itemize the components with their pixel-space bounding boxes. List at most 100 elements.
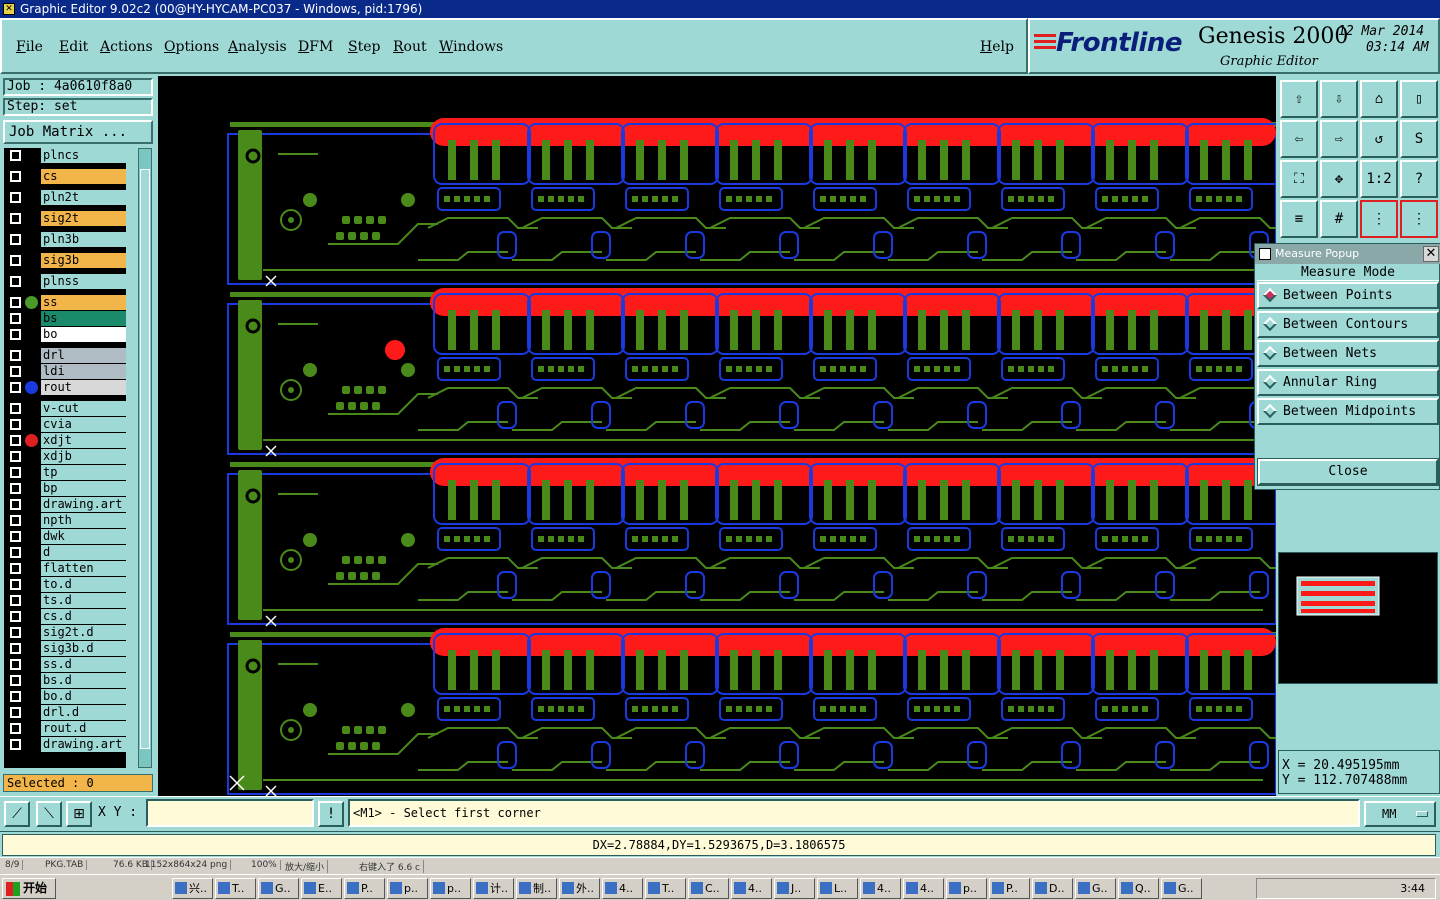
grid-snap-icon[interactable]: ⊞ [66, 801, 92, 827]
layer-row[interactable]: bp [4, 481, 126, 496]
grid-icon[interactable]: # [1320, 200, 1358, 238]
taskbar-item[interactable]: G.. [258, 878, 299, 899]
redraw-icon[interactable]: ↺ [1360, 120, 1398, 158]
layer-checkbox[interactable] [10, 547, 21, 558]
layer-checkbox[interactable] [10, 595, 21, 606]
layer-name[interactable]: sig2t.d [41, 625, 126, 640]
close-icon[interactable]: ✕ [1423, 246, 1439, 262]
option-between-nets[interactable]: Between Nets [1257, 340, 1439, 367]
layer-name[interactable]: npth [41, 513, 126, 528]
layer-checkbox[interactable] [10, 150, 21, 161]
layer-name[interactable]: cvia [41, 417, 126, 432]
menu-analysis[interactable]: Analysis [228, 39, 287, 55]
layer-row[interactable]: sig3b [4, 253, 126, 268]
layer-name[interactable]: sig3b [41, 253, 126, 268]
layer-row[interactable]: pln3b [4, 232, 126, 247]
graphic-canvas[interactable] [158, 76, 1276, 796]
menu-windows[interactable]: Windows [439, 39, 503, 55]
measure-popup-titlebar[interactable]: Measure Popup ✕ [1255, 244, 1440, 264]
pcb-drawing[interactable] [158, 76, 1276, 796]
taskbar-item[interactable]: 制.. [516, 878, 557, 899]
layer-row[interactable]: flatten [4, 561, 126, 576]
layer-checkbox[interactable] [10, 171, 21, 182]
snap-icon[interactable]: S [1400, 120, 1438, 158]
layer-row[interactable]: tp [4, 465, 126, 480]
menu-step[interactable]: Step [348, 39, 380, 55]
layer-row[interactable]: ts.d [4, 593, 126, 608]
pan-right-icon[interactable]: ⇨ [1320, 120, 1358, 158]
layer-checkbox[interactable] [10, 467, 21, 478]
layer-checkbox[interactable] [10, 643, 21, 654]
layer-row[interactable]: xdjt [4, 433, 126, 448]
layer-checkbox[interactable] [10, 297, 21, 308]
layer-row[interactable]: xdjb [4, 449, 126, 464]
layer-name[interactable]: dwk [41, 529, 126, 544]
layer-name[interactable]: cs.d [41, 609, 126, 624]
layer-name[interactable]: rout.d [41, 721, 126, 736]
taskbar-item[interactable]: T.. [215, 878, 256, 899]
taskbar-item[interactable]: C.. [688, 878, 729, 899]
layer-name[interactable]: bs [41, 311, 126, 326]
pan-down-icon[interactable]: ⇩ [1320, 80, 1358, 118]
zoom-fit-icon[interactable]: ⛶ [1280, 160, 1318, 198]
layer-name[interactable]: d [41, 545, 126, 560]
taskbar-item[interactable]: 外.. [559, 878, 600, 899]
layer-row[interactable]: cs [4, 169, 126, 184]
help-icon[interactable]: ? [1400, 160, 1438, 198]
layer-checkbox[interactable] [10, 350, 21, 361]
layer-checkbox[interactable] [10, 366, 21, 377]
layer-name[interactable]: xdjt [41, 433, 126, 448]
connect-icon[interactable]: ⋮ [1400, 200, 1438, 238]
layer-name[interactable]: cs [41, 169, 126, 184]
taskbar-item[interactable]: p.. [430, 878, 471, 899]
layer-checkbox[interactable] [10, 276, 21, 287]
layer-scrollbar[interactable] [138, 148, 152, 768]
layer-name[interactable]: pln3b [41, 232, 126, 247]
layer-checkbox[interactable] [10, 451, 21, 462]
taskbar-item[interactable]: 4.. [731, 878, 772, 899]
layer-checkbox[interactable] [10, 234, 21, 245]
taskbar-item[interactable]: P.. [989, 878, 1030, 899]
measure-tool-icon[interactable]: ⟍ [36, 801, 62, 827]
layer-checkbox[interactable] [10, 579, 21, 590]
taskbar-item[interactable]: p.. [946, 878, 987, 899]
taskbar-item[interactable]: J.. [774, 878, 815, 899]
taskbar-item[interactable]: 4.. [903, 878, 944, 899]
snap-mode-icon[interactable]: ⟋ [4, 801, 30, 827]
taskbar-item[interactable]: P.. [344, 878, 385, 899]
layers-icon[interactable]: ≡ [1280, 200, 1318, 238]
layer-checkbox[interactable] [10, 707, 21, 718]
layer-row[interactable]: drawing.art [4, 737, 126, 752]
option-annular-ring[interactable]: Annular Ring [1257, 369, 1439, 396]
net-highlight-icon[interactable]: ⋮ [1360, 200, 1398, 238]
layer-name[interactable]: bp [41, 481, 126, 496]
taskbar-item[interactable]: D.. [1032, 878, 1073, 899]
layer-name[interactable]: sig2t [41, 211, 126, 226]
layer-row[interactable]: sig2t [4, 211, 126, 226]
taskbar-item[interactable]: 4.. [602, 878, 643, 899]
units-select[interactable]: MM [1364, 801, 1436, 827]
layer-name[interactable]: pln2t [41, 190, 126, 205]
layer-row[interactable]: ss.d [4, 657, 126, 672]
layer-row[interactable]: ss [4, 295, 126, 310]
layer-row[interactable]: plnss [4, 274, 126, 289]
layer-name[interactable]: drl [41, 348, 126, 363]
layer-row[interactable]: v-cut [4, 401, 126, 416]
layer-row[interactable]: bo [4, 327, 126, 342]
overview-map[interactable] [1278, 552, 1438, 684]
layer-checkbox[interactable] [10, 611, 21, 622]
layer-name[interactable]: drawing.art [41, 737, 126, 752]
taskbar-item[interactable]: 兴.. [172, 878, 213, 899]
taskbar-item[interactable]: G.. [1075, 878, 1116, 899]
layer-checkbox[interactable] [10, 675, 21, 686]
layer-checkbox[interactable] [10, 531, 21, 542]
layer-name[interactable]: plnss [41, 274, 126, 289]
layer-name[interactable]: bs.d [41, 673, 126, 688]
layer-checkbox[interactable] [10, 329, 21, 340]
layer-row[interactable]: sig3b.d [4, 641, 126, 656]
job-matrix-button[interactable]: Job Matrix ... [3, 120, 153, 144]
zoom-center-icon[interactable]: ✥ [1320, 160, 1358, 198]
layer-row[interactable]: drl.d [4, 705, 126, 720]
layer-name[interactable]: ss [41, 295, 126, 310]
menu-edit[interactable]: Edit [59, 39, 88, 55]
